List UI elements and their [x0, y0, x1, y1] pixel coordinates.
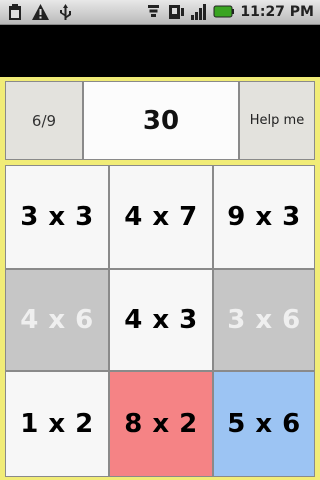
tile[interactable]: 9 x 3: [214, 166, 314, 268]
target-number: 30: [84, 82, 238, 159]
title-bar: [0, 25, 320, 77]
status-bar: 11:27 PM: [0, 0, 320, 25]
tile-selected-blue[interactable]: 5 x 6: [214, 372, 314, 476]
game-panel: 6/9 30 Help me 3 x 3 4 x 7 9 x 3 4 x 6 4…: [0, 77, 320, 480]
tile-used[interactable]: 4 x 6: [6, 270, 108, 370]
tile[interactable]: 3 x 3: [6, 166, 108, 268]
wifi-icon: [144, 2, 163, 21]
tile-grid: 3 x 3 4 x 7 9 x 3 4 x 6 4 x 3 3 x 6 1 x …: [5, 165, 315, 477]
battery-icon: [213, 2, 235, 21]
clipboard-icon: [6, 3, 25, 22]
tile-used[interactable]: 3 x 6: [214, 270, 314, 370]
tile[interactable]: 1 x 2: [6, 372, 108, 476]
usb-icon: [56, 3, 75, 22]
status-time: 11:27 PM: [240, 3, 314, 20]
sim-icon: [167, 2, 186, 21]
tile-selected-red[interactable]: 8 x 2: [110, 372, 212, 476]
game-header: 6/9 30 Help me: [5, 81, 315, 160]
signal-icon: [190, 2, 209, 21]
tile[interactable]: 4 x 3: [110, 270, 212, 370]
progress-counter: 6/9: [6, 82, 82, 159]
help-button[interactable]: Help me: [240, 82, 314, 159]
tile[interactable]: 4 x 7: [110, 166, 212, 268]
warning-icon: [31, 3, 50, 22]
